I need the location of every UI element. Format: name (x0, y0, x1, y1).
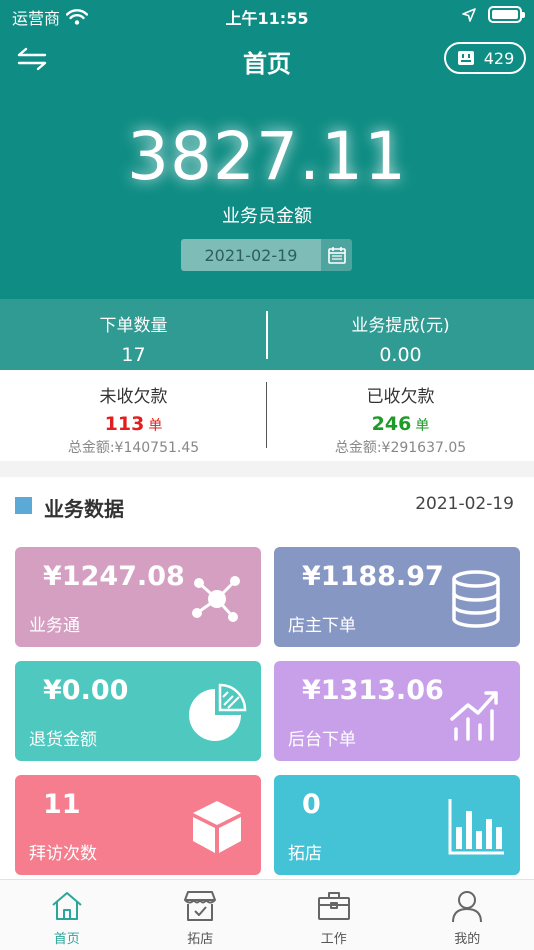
card-visit-count[interactable]: 11 拜访次数 (15, 775, 261, 875)
stats-row: 下单数量 17 业务提成(元) 0.00 (0, 299, 534, 370)
divider (266, 311, 268, 359)
divider (266, 382, 267, 448)
card-label: 拜访次数 (29, 844, 97, 864)
status-bar: 运营商 上午11:55 (0, 0, 534, 30)
stat-label: 下单数量 (99, 316, 168, 336)
tab-expand-store[interactable]: 拓店 (134, 880, 268, 950)
salesperson-amount-label: 业务员金额 (222, 206, 312, 227)
card-store-expansion[interactable]: 0 拓店 (274, 775, 520, 875)
stat-value: 17 (121, 344, 146, 366)
tab-label: 工作 (320, 932, 347, 947)
debt-count-value: 113 (104, 413, 145, 435)
user-icon (452, 891, 483, 923)
tab-bar: 首页 拓店 工作 我的 (0, 879, 534, 950)
debt-count: 246 单 (267, 413, 534, 435)
debt-count-value: 246 (371, 413, 412, 435)
date-value[interactable]: 2021-02-19 (181, 239, 321, 271)
calendar-button[interactable] (321, 239, 352, 271)
card-value: 11 (43, 789, 81, 820)
card-label: 拓店 (288, 844, 322, 864)
card-value: ¥1247.08 (43, 561, 185, 592)
storefront-icon (184, 891, 217, 921)
tab-label: 首页 (53, 932, 80, 947)
stat-value: 0.00 (379, 344, 422, 366)
store-icon (457, 51, 474, 65)
card-owner-orders[interactable]: ¥1188.97 店主下单 (274, 547, 520, 647)
card-label: 退货金额 (29, 730, 97, 750)
database-icon (452, 570, 500, 628)
debt-count-unit: 单 (415, 418, 430, 434)
nav-bar: 首页 429 (0, 38, 534, 80)
paid-debt[interactable]: 已收欠款 246 单 总金额:¥291637.05 (267, 370, 534, 461)
business-data-cards: ¥1247.08 业务通 ¥1188.97 店主下单 ¥0.00 退货金额 ¥1… (0, 533, 534, 879)
network-icon (192, 576, 240, 622)
tab-label: 拓店 (187, 932, 214, 947)
tab-home[interactable]: 首页 (0, 880, 134, 950)
trend-up-icon (450, 691, 498, 741)
card-business-pass[interactable]: ¥1247.08 业务通 (15, 547, 261, 647)
card-label: 业务通 (29, 616, 80, 636)
debt-row: 未收欠款 113 单 总金额:¥140751.45 已收欠款 246 单 总金额:¥… (0, 370, 534, 461)
store-count: 429 (483, 48, 515, 68)
calendar-icon (327, 247, 346, 264)
debt-label: 未收欠款 (99, 387, 168, 407)
stat-label: 业务提成(元) (351, 316, 450, 336)
card-label: 店主下单 (288, 616, 356, 636)
commission-stat[interactable]: 业务提成(元) 0.00 (267, 299, 534, 370)
section-title: 业务数据 (44, 497, 124, 521)
cube-icon (193, 801, 241, 853)
pie-chart-icon (189, 683, 247, 741)
card-value: ¥0.00 (43, 675, 129, 706)
card-return-amount[interactable]: ¥0.00 退货金额 (15, 661, 261, 761)
card-backend-orders[interactable]: ¥1313.06 后台下单 (274, 661, 520, 761)
card-value: ¥1313.06 (302, 675, 444, 706)
tab-mine[interactable]: 我的 (401, 880, 534, 950)
store-count-button[interactable]: 429 (444, 42, 526, 74)
debt-total: 总金额:¥140751.45 (67, 440, 200, 456)
debt-count: 113 单 (0, 413, 267, 435)
card-value: 0 (302, 789, 321, 820)
header: 运营商 上午11:55 首页 429 3827.11 业务员金额 2021-02… (0, 0, 534, 299)
bar-chart-icon (448, 799, 504, 855)
tab-work[interactable]: 工作 (267, 880, 401, 950)
date-picker[interactable]: 2021-02-19 (181, 239, 352, 271)
status-time: 上午11:55 (225, 9, 309, 28)
briefcase-icon (317, 892, 350, 920)
salesperson-amount: 3827.11 (127, 118, 407, 195)
section-date: 2021-02-19 (415, 494, 514, 514)
unpaid-debt[interactable]: 未收欠款 113 单 总金额:¥140751.45 (0, 370, 267, 461)
debt-total: 总金额:¥291637.05 (334, 440, 467, 456)
order-count-stat[interactable]: 下单数量 17 (0, 299, 267, 370)
tab-label: 我的 (454, 932, 481, 947)
debt-count-unit: 单 (148, 418, 163, 434)
section-marker (15, 497, 32, 514)
battery-icon (488, 6, 525, 23)
card-value: ¥1188.97 (302, 561, 444, 592)
debt-label: 已收欠款 (366, 387, 435, 407)
business-data-header: 业务数据 2021-02-19 (0, 477, 534, 533)
location-arrow-icon (462, 7, 476, 22)
card-label: 后台下单 (288, 730, 356, 750)
home-icon (52, 892, 82, 920)
